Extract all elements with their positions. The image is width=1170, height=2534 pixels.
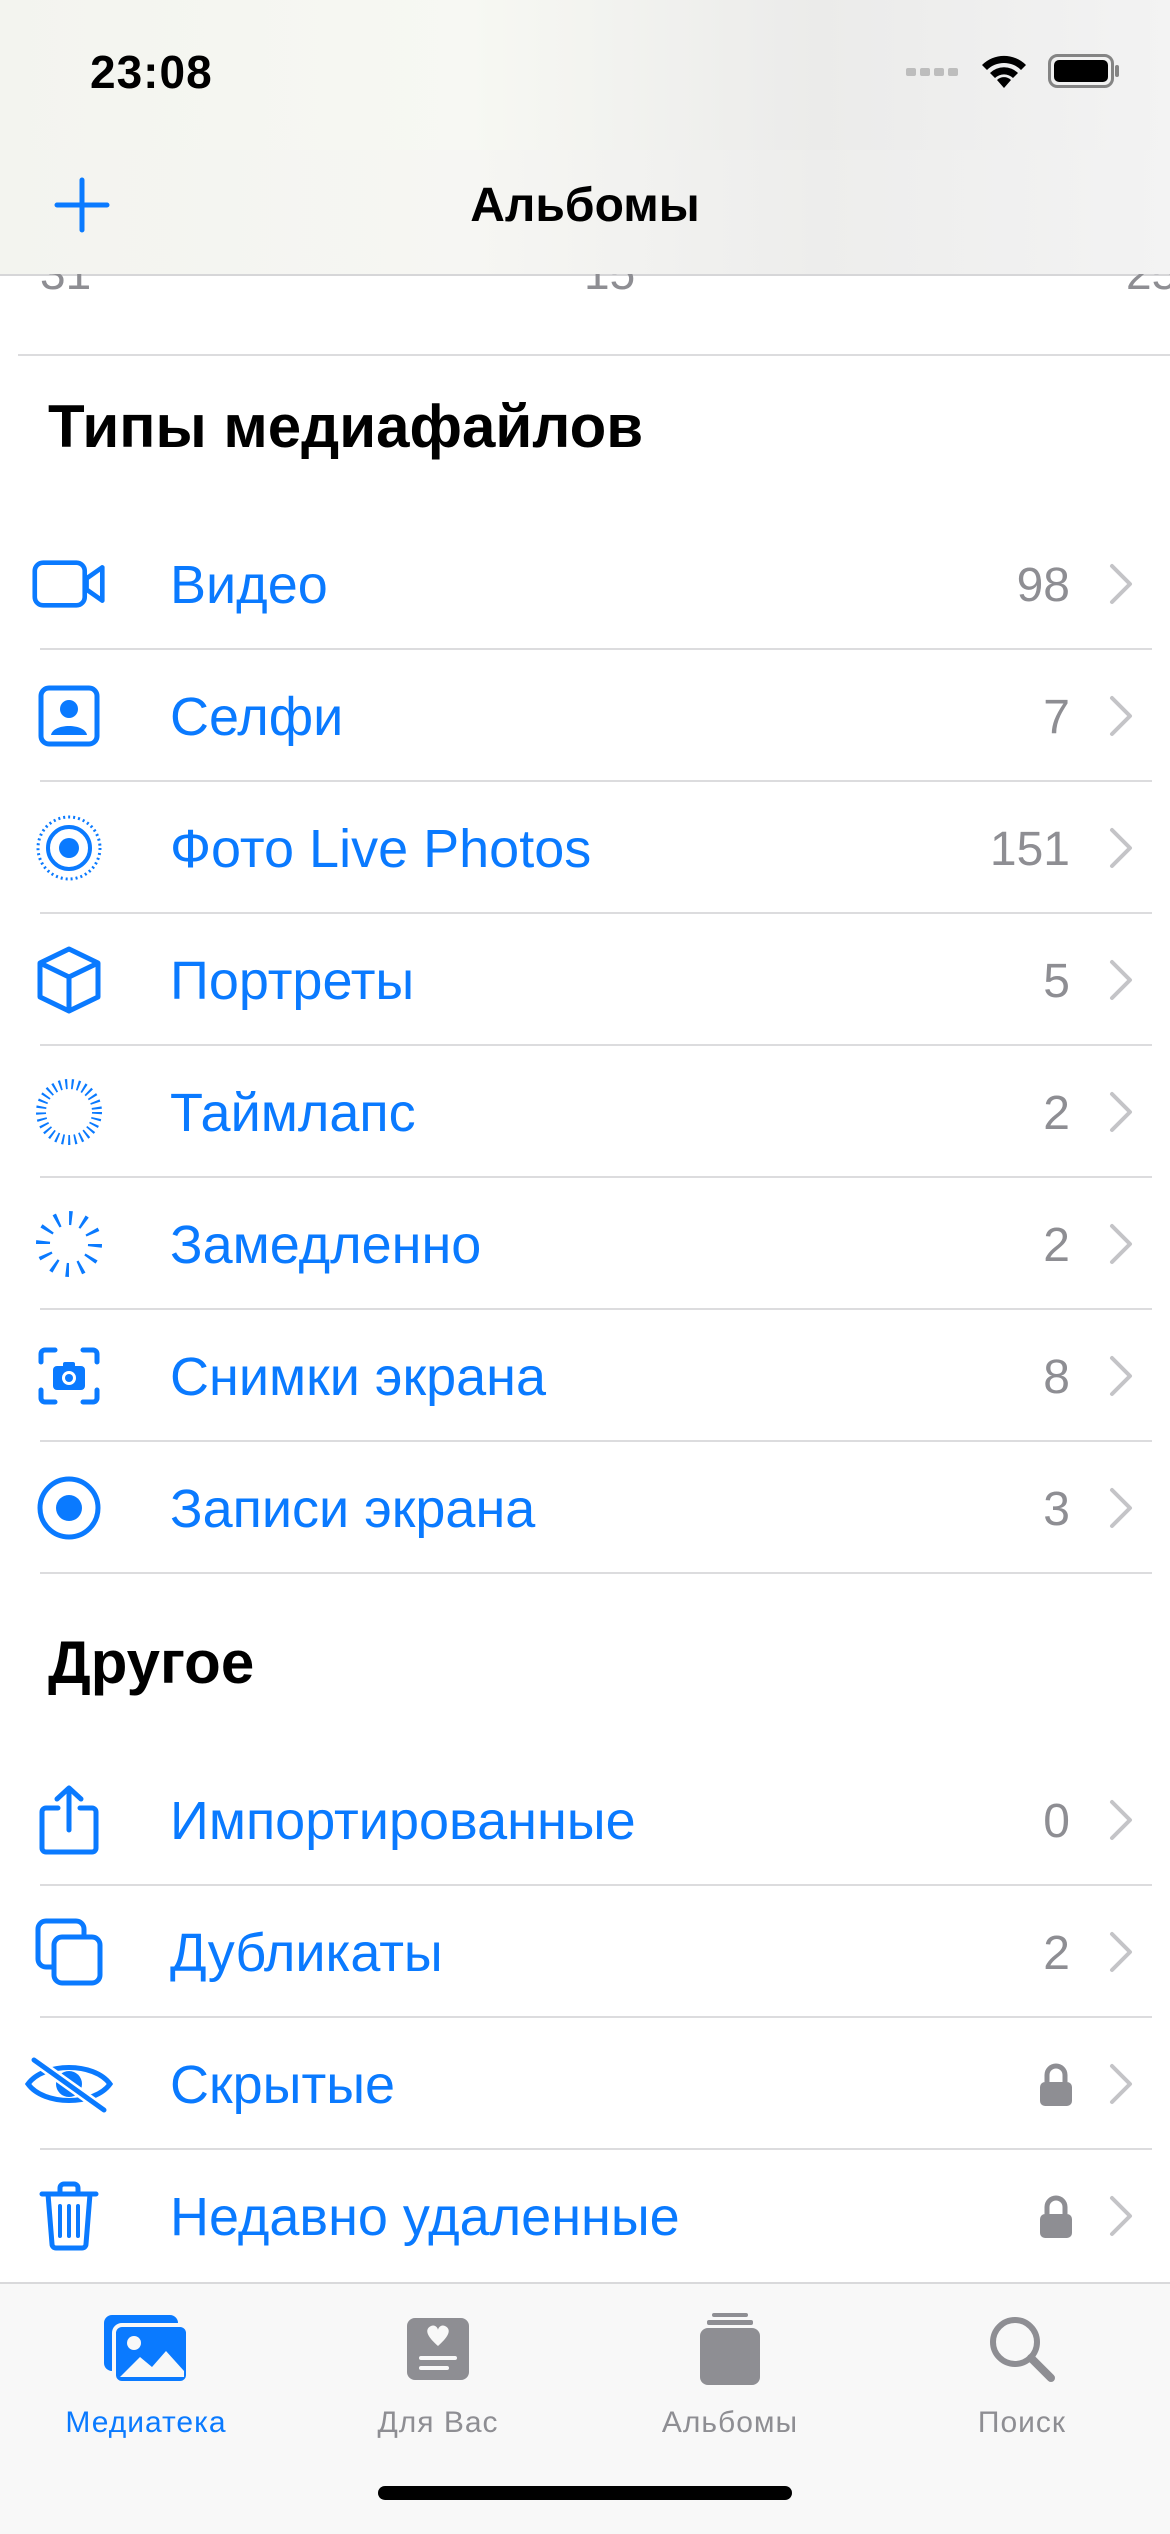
chevron-right-icon — [1110, 2064, 1132, 2104]
status-bar: 23:08 — [0, 0, 1170, 150]
chevron-right-icon — [1110, 696, 1132, 736]
tab-for-you[interactable]: Для Вас — [292, 2304, 584, 2440]
trash-icon — [32, 2181, 106, 2251]
chevron-right-icon — [1110, 564, 1132, 604]
list-item-label: Дубликаты — [170, 1923, 443, 1983]
tab-library[interactable]: Медиатека — [0, 2304, 292, 2440]
tab-label: Медиатека — [65, 2406, 227, 2439]
page-title: Альбомы — [470, 179, 700, 232]
section-title-other: Другое — [48, 1629, 255, 1696]
battery-icon — [1048, 54, 1119, 88]
list-item-video[interactable]: Видео 98 — [0, 518, 1170, 650]
hidden-eye-icon — [22, 2050, 116, 2118]
tab-label: Альбомы — [661, 2406, 799, 2439]
status-time: 23:08 — [90, 46, 213, 98]
list-item-timelapse[interactable]: Таймлапс 2 — [0, 1046, 1170, 1178]
slomo-icon — [32, 1210, 106, 1278]
item-count: 7 — [1043, 691, 1070, 744]
cellular-signal-icon — [906, 68, 958, 76]
chevron-right-icon — [1110, 2196, 1132, 2236]
chevron-right-icon — [1110, 1932, 1132, 1972]
list-item-slomo[interactable]: Замедленно 2 — [0, 1178, 1170, 1310]
tab-albums[interactable]: Альбомы — [584, 2304, 876, 2440]
chevron-right-icon — [1110, 1356, 1132, 1396]
list-item-label: Селфи — [170, 687, 344, 747]
item-count: 2 — [1043, 1927, 1070, 1980]
live-photos-icon — [32, 814, 106, 882]
chevron-right-icon — [1110, 1800, 1132, 1840]
row-divider — [40, 1572, 1152, 1574]
list-item-label: Записи экрана — [170, 1479, 536, 1539]
list-item-label: Снимки экрана — [170, 1347, 546, 1407]
list-item-label: Видео — [170, 555, 328, 615]
list-item-duplicates[interactable]: Дубликаты 2 — [0, 1886, 1170, 2018]
item-count: 2 — [1043, 1087, 1070, 1140]
lock-icon — [1040, 2063, 1072, 2106]
section-title-media-types: Типы медиафайлов — [48, 393, 644, 460]
lock-icon — [1040, 2195, 1072, 2238]
timelapse-icon — [32, 1078, 106, 1146]
list-item-selfie[interactable]: Селфи 7 — [0, 650, 1170, 782]
chevron-right-icon — [1110, 1092, 1132, 1132]
duplicates-icon — [32, 1918, 106, 1986]
video-icon — [32, 550, 106, 618]
list-item-label: Недавно удаленные — [170, 2187, 680, 2247]
other-list: Импортированные 0 Дубликаты 2 Скрытые Не… — [0, 1754, 1170, 2282]
chevron-right-icon — [1110, 960, 1132, 1000]
list-item-hidden[interactable]: Скрытые — [0, 2018, 1170, 2150]
item-count: 0 — [1043, 1795, 1070, 1848]
list-item-screen-recordings[interactable]: Записи экрана 3 — [0, 1442, 1170, 1574]
home-indicator[interactable] — [378, 2486, 792, 2500]
screenshot-icon — [32, 1342, 106, 1410]
scrolled-content-peek: 31 15 25 — [0, 274, 1170, 354]
tab-search[interactable]: Поиск — [876, 2304, 1168, 2440]
search-icon — [876, 2304, 1168, 2394]
item-count: 8 — [1043, 1351, 1070, 1404]
library-icon — [0, 2304, 292, 2394]
item-count: 151 — [989, 823, 1070, 876]
albums-icon — [584, 2304, 876, 2394]
media-types-list: Видео 98 Селфи 7 Фото Live Photos 151 По… — [0, 518, 1170, 1574]
item-count: 98 — [1016, 559, 1070, 612]
chevron-right-icon — [1110, 1224, 1132, 1264]
tab-label: Поиск — [977, 2406, 1067, 2439]
peek-number: 25 — [1126, 274, 1170, 300]
for-you-icon — [292, 2304, 584, 2394]
divider — [18, 354, 1170, 356]
peek-number: 15 — [584, 274, 635, 300]
navigation-bar: Альбомы — [0, 150, 1170, 276]
status-icons — [906, 52, 1120, 90]
import-icon — [32, 1785, 106, 1855]
screen-recording-icon — [32, 1474, 106, 1542]
peek-number: 31 — [40, 274, 91, 300]
item-count: 3 — [1043, 1483, 1070, 1536]
list-item-label: Фото Live Photos — [170, 819, 592, 879]
item-count: 5 — [1043, 955, 1070, 1008]
chevron-right-icon — [1110, 828, 1132, 868]
list-item-imported[interactable]: Импортированные 0 — [0, 1754, 1170, 1886]
list-item-live-photos[interactable]: Фото Live Photos 151 — [0, 782, 1170, 914]
wifi-icon — [982, 55, 1026, 88]
item-count: 2 — [1043, 1219, 1070, 1272]
list-item-label: Замедленно — [170, 1215, 482, 1275]
list-item-label: Скрытые — [170, 2055, 396, 2115]
list-item-label: Импортированные — [170, 1791, 636, 1851]
list-item-label: Портреты — [170, 951, 415, 1011]
selfie-icon — [32, 682, 106, 750]
portrait-cube-icon — [32, 946, 106, 1014]
list-item-portraits[interactable]: Портреты 5 — [0, 914, 1170, 1046]
chevron-right-icon — [1110, 1488, 1132, 1528]
list-item-recently-deleted[interactable]: Недавно удаленные — [0, 2150, 1170, 2282]
list-item-screenshots[interactable]: Снимки экрана 8 — [0, 1310, 1170, 1442]
list-item-label: Таймлапс — [170, 1083, 416, 1143]
tab-label: Для Вас — [377, 2406, 499, 2439]
